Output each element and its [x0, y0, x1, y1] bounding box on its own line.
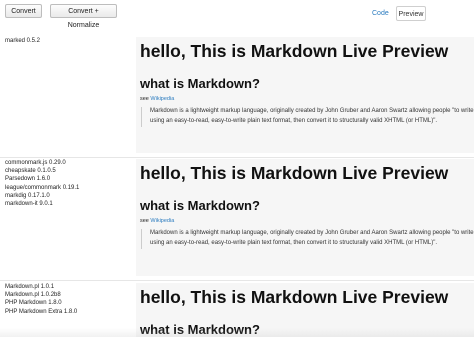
convert-normalize-button[interactable]: Convert + Normalize — [50, 4, 117, 29]
wikipedia-link[interactable]: Wikipedia — [150, 218, 174, 224]
library-list: Markdown.pl 1.0.1 Markdown.pl 1.0.2b8 PH… — [5, 283, 77, 316]
tab-code[interactable]: Code — [372, 10, 389, 17]
see-line: see Wikipedia — [140, 96, 474, 102]
library-name: league/commonmark 0.19.1 — [5, 184, 80, 191]
scroll-fade — [0, 328, 474, 337]
see-prefix: see — [140, 96, 151, 102]
library-name: commonmark.js 0.29.0 — [5, 160, 66, 166]
tab-preview[interactable]: Preview — [396, 6, 426, 21]
library-name: Markdown.pl 1.0.1 — [5, 284, 55, 290]
preview-blockquote: Markdown is a lightweight markup languag… — [141, 107, 474, 127]
library-name: markdig 0.17.1.0 — [5, 192, 50, 199]
markdown-preview: hello, This is Markdown Live Preview wha… — [136, 37, 474, 153]
library-name: PHP Markdown 1.8.0 — [5, 300, 62, 307]
preview-blockquote: Markdown is a lightweight markup languag… — [141, 229, 474, 249]
library-name: Parsedown 1.6.0 — [5, 176, 51, 183]
preview-heading-1: hello, This is Markdown Live Preview — [140, 287, 449, 307]
preview-heading-1: hello, This is Markdown Live Preview — [140, 163, 449, 183]
library-name: PHP Markdown Extra 1.8.0 — [5, 308, 78, 315]
library-list: commonmark.js 0.29.0 cheapskate 0.1.0.5 … — [5, 159, 79, 208]
convert-button[interactable]: Convert — [5, 4, 42, 18]
wikipedia-link[interactable]: Wikipedia — [150, 96, 174, 102]
library-name: Markdown.pl 1.0.2b8 — [5, 292, 61, 299]
library-name: marked 0.5.2 — [5, 38, 41, 44]
library-list: marked 0.5.2 — [5, 37, 40, 45]
preview-heading-2: what is Markdown? — [140, 76, 260, 91]
group-divider — [0, 157, 474, 158]
toolbar: Convert Convert + Normalize Code Preview — [0, 0, 474, 29]
see-prefix: see — [140, 218, 151, 224]
library-name: cheapskate 0.1.0.5 — [5, 168, 56, 175]
preview-heading-2: what is Markdown? — [140, 198, 260, 213]
group-divider — [0, 280, 474, 281]
markdown-preview: hello, This is Markdown Live Preview wha… — [136, 159, 474, 276]
see-line: see Wikipedia — [140, 218, 474, 224]
library-name: markdown-it 9.0.1 — [5, 201, 53, 208]
preview-heading-1: hello, This is Markdown Live Preview — [140, 41, 449, 61]
